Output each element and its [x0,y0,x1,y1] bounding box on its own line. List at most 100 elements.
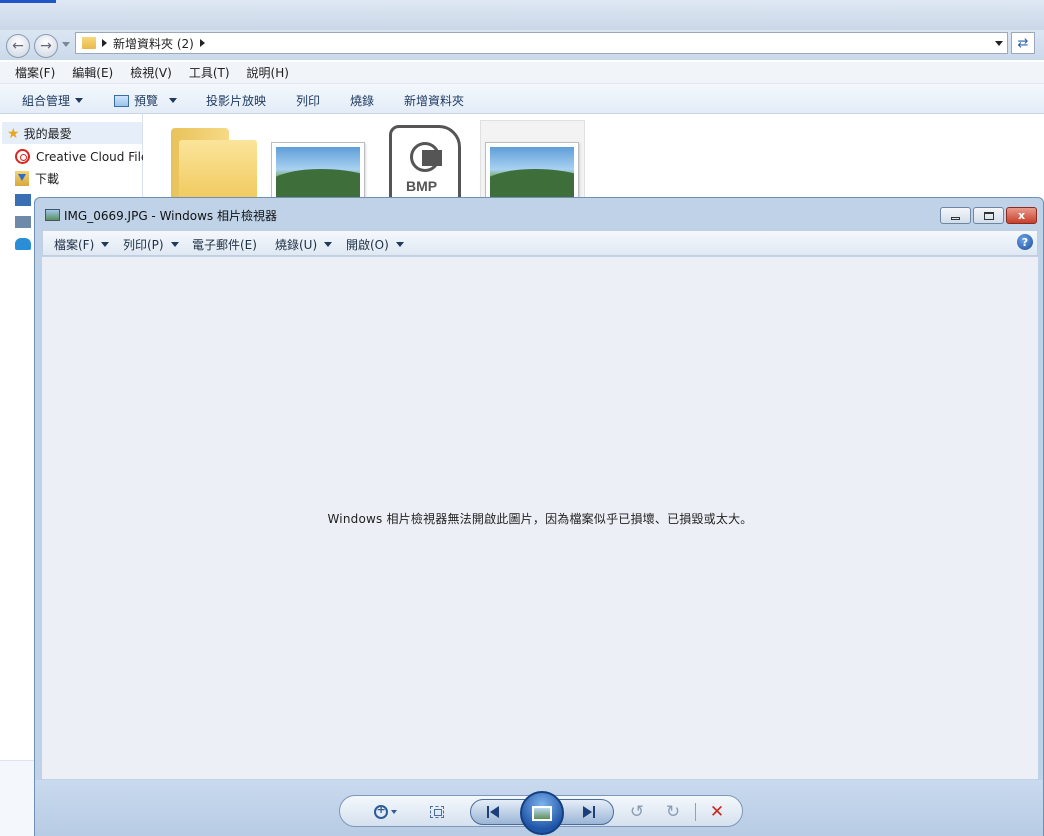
minimize-button[interactable] [940,207,971,224]
taskbar-accent [0,0,56,3]
explorer-menubar: 檔案(F) 編輯(E) 檢視(V) 工具(T) 說明(H) [0,62,1044,84]
actual-size-button[interactable] [426,801,448,823]
nav-creative-cloud[interactable]: Creative Cloud Files [15,149,155,164]
landscape-image-icon [276,147,360,197]
photo-viewer-menubar: 檔案(F) 列印(P) 電子郵件(E) 燒錄(U) 開啟(O) ? [42,230,1038,256]
previous-icon [487,806,501,818]
help-icon[interactable]: ? [1017,234,1033,250]
explorer-titlebar [0,0,1044,30]
viewer-menu-file-label: 檔案(F) [54,238,95,252]
next-icon [583,806,597,818]
error-message: Windows 相片檢視器無法開啟此圖片，因為檔案似乎已損壞、已損毀或太大。 [327,512,753,526]
address-path[interactable]: 新增資料夾 (2) [113,35,194,52]
menu-tools[interactable]: 工具(T) [189,64,230,81]
rotate-counterclockwise-button[interactable]: ↺ [626,801,648,823]
organize-label: 組合管理 [22,94,71,108]
address-dropdown-icon[interactable] [995,41,1003,46]
minimize-icon [951,217,960,220]
chevron-down-icon [169,98,178,103]
image-thumbnail-selected[interactable] [485,142,579,202]
menu-file[interactable]: 檔案(F) [15,64,55,81]
chevron-down-icon [390,810,397,814]
forward-button[interactable]: → [34,34,58,58]
photo-viewer-window: IMG_0669.JPG - Windows 相片檢視器 x 檔案(F) 列印(… [34,197,1044,836]
chevron-down-icon [324,242,333,247]
viewer-menu-file[interactable]: 檔案(F) [54,236,110,253]
image-canvas: Windows 相片檢視器無法開啟此圖片，因為檔案似乎已損壞、已損毀或太大。 [42,257,1038,779]
next-button[interactable] [578,801,602,823]
address-bar[interactable]: 新增資料夾 (2) [75,32,1008,54]
close-button[interactable]: x [1006,207,1037,224]
viewer-menu-burn-label: 燒錄(U) [275,238,318,252]
maximize-button[interactable] [973,207,1004,224]
zoom-button[interactable] [368,801,402,823]
explorer-details-pane [0,760,34,836]
rotate-ccw-icon: ↺ [629,802,645,822]
print-button[interactable]: 列印 [296,92,320,109]
downloads-folder-icon [15,171,29,186]
explorer-toolbar: 組合管理 預覽 投影片放映 列印 燒錄 新增資料夾 [0,84,1044,114]
delete-icon: ✕ [709,802,725,822]
previous-button[interactable] [482,801,506,823]
zoom-icon [373,803,388,819]
new-folder-button[interactable]: 新增資料夾 [404,92,464,109]
chevron-down-icon [75,98,84,103]
viewer-menu-burn[interactable]: 燒錄(U) [275,236,333,253]
viewer-menu-email-label: 電子郵件(E) [192,238,257,252]
menu-view[interactable]: 檢視(V) [130,64,172,81]
folder-icon [82,37,96,49]
playback-controls-bar: ↺ ↻ ✕ [35,780,1043,836]
chevron-down-icon [170,242,179,247]
breadcrumb-arrow-icon[interactable] [102,39,107,47]
nav-downloads[interactable]: 下載 [15,170,59,187]
rotate-cw-icon: ↻ [665,802,681,822]
landscape-image-icon [490,147,574,197]
recent-pages-dropdown-icon[interactable] [62,42,70,47]
nav-creative-cloud-label: Creative Cloud Files [36,149,155,164]
viewer-menu-open[interactable]: 開啟(O) [346,236,404,253]
recent-places-icon[interactable] [15,216,31,228]
back-button[interactable]: ← [6,34,30,58]
burn-label: 燒錄 [350,94,375,108]
star-icon: ★ [7,125,20,142]
viewer-menu-open-label: 開啟(O) [346,238,389,252]
menu-edit[interactable]: 編輯(E) [72,64,113,81]
new-folder-label: 新增資料夾 [404,94,465,108]
actual-size-icon [430,806,444,818]
delete-button[interactable]: ✕ [706,801,728,823]
burn-button[interactable]: 燒錄 [350,92,374,109]
refresh-button[interactable]: ⇄ [1011,32,1035,54]
menu-help[interactable]: 說明(H) [247,64,289,81]
image-thumbnail[interactable] [271,142,365,202]
folder-front-icon [179,140,257,202]
nav-favorites-label: 我的最愛 [23,127,72,141]
maximize-icon [983,211,994,220]
divider [695,803,696,821]
breadcrumb-arrow-icon[interactable] [199,39,205,47]
preview-icon [114,94,129,107]
bmp-label: BMP [406,178,438,194]
desktop-icon[interactable] [15,194,31,206]
print-label: 列印 [296,94,321,108]
photo-viewer-titlebar[interactable]: IMG_0669.JPG - Windows 相片檢視器 x [35,198,1043,230]
folder-item[interactable] [171,122,257,202]
controls-pill: ↺ ↻ ✕ [339,791,743,835]
viewer-menu-email[interactable]: 電子郵件(E) [192,236,257,253]
preview-button[interactable]: 預覽 [114,92,178,109]
preview-label: 預覽 [134,94,159,108]
onedrive-icon[interactable] [15,238,31,250]
help-glyph: ? [1021,235,1029,249]
viewer-menu-print[interactable]: 列印(P) [123,236,179,253]
creative-cloud-icon [15,149,30,164]
bmp-shape-icon [422,150,442,166]
bmp-file-icon[interactable]: BMP [389,125,461,201]
slideshow-button[interactable] [520,791,564,835]
photo-viewer-app-icon[interactable] [45,209,60,221]
organize-button[interactable]: 組合管理 [22,92,84,109]
slideshow-button[interactable]: 投影片放映 [206,92,266,109]
rotate-clockwise-button[interactable]: ↻ [662,801,684,823]
nav-favorites[interactable]: ★ 我的最愛 [7,125,72,142]
chevron-down-icon [395,242,404,247]
viewer-menu-print-label: 列印(P) [123,238,164,252]
window-title: IMG_0669.JPG - Windows 相片檢視器 [64,209,277,223]
